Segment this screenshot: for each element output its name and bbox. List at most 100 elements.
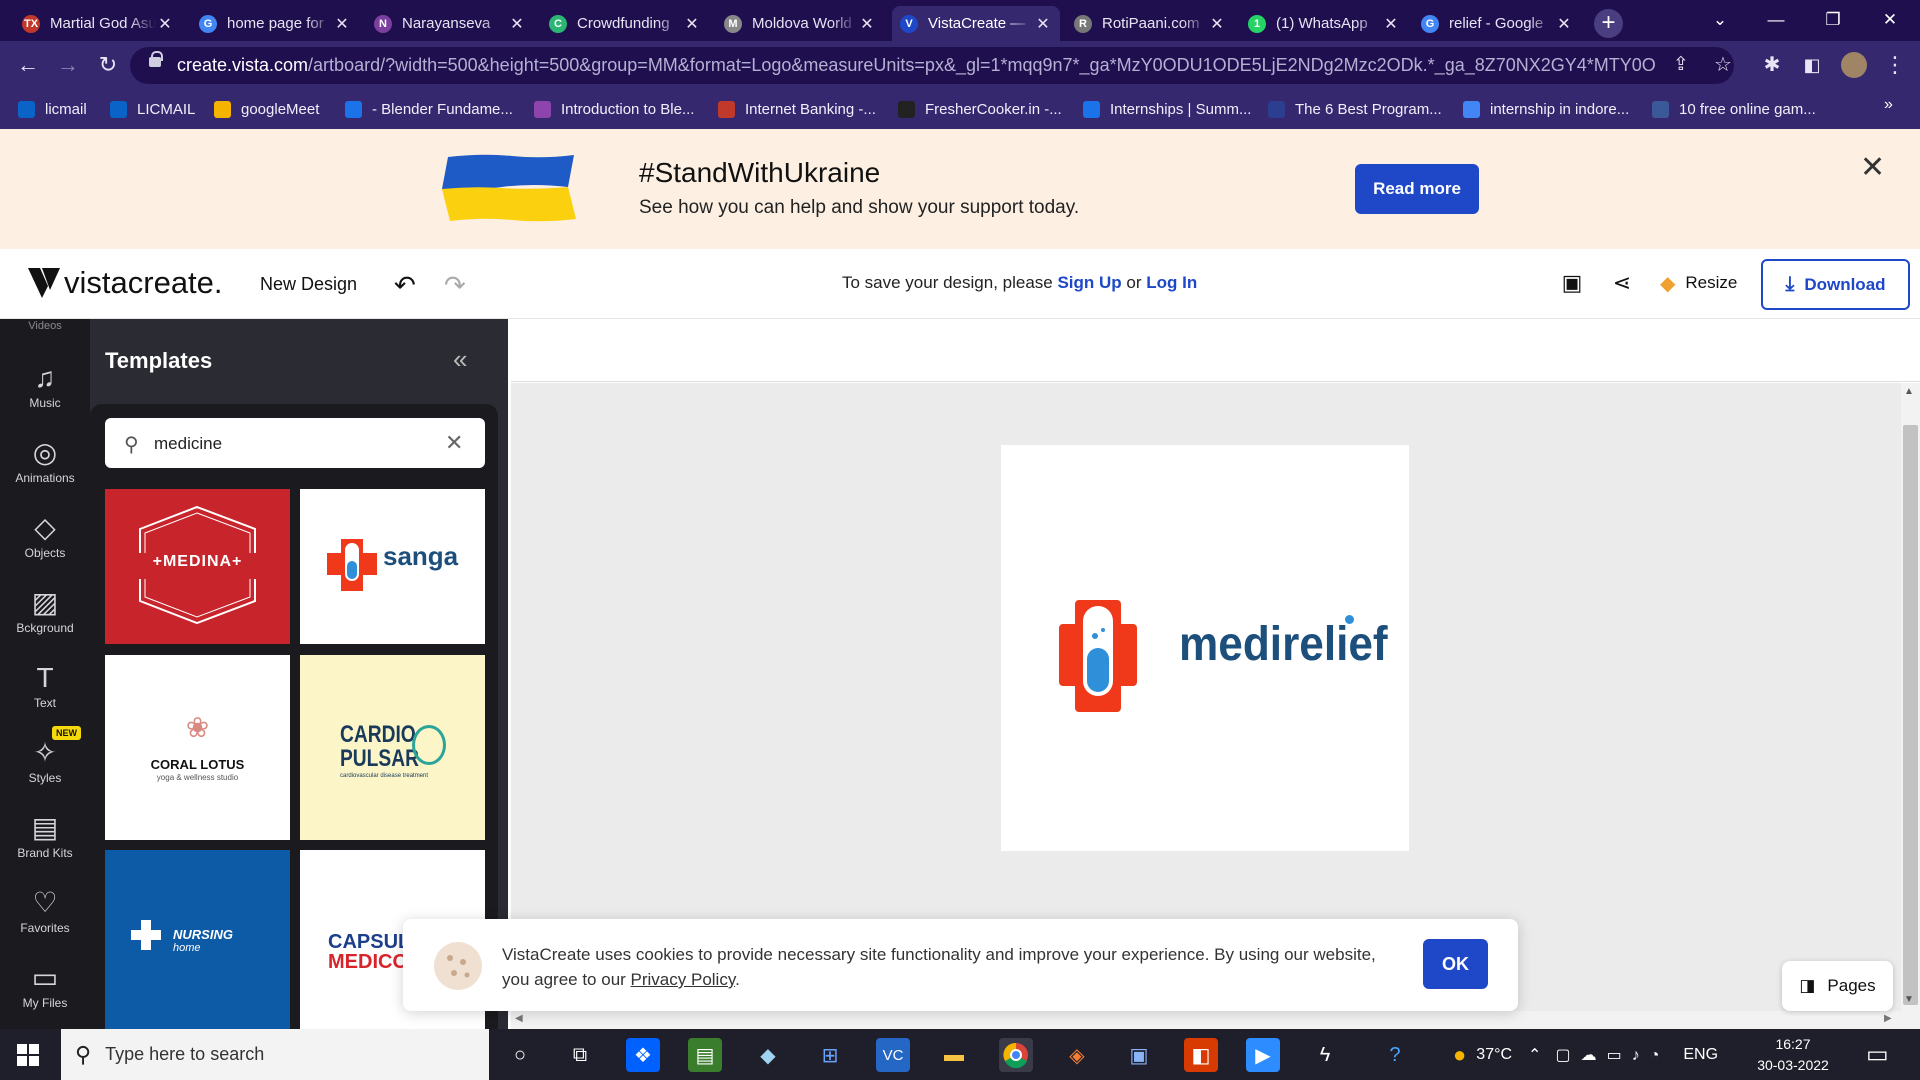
tab-close-icon[interactable]: ✕	[1208, 14, 1226, 34]
vertical-scroll-thumb[interactable]	[1903, 425, 1918, 1005]
browser-tab[interactable]: Grelief - Google ✕	[1413, 6, 1581, 41]
rail-item-bckground[interactable]: ▨ Bckground	[0, 585, 90, 635]
tab-close-icon[interactable]: ✕	[858, 14, 876, 34]
restore-icon[interactable]: ❐	[1818, 8, 1848, 32]
share-icon[interactable]: ⋖	[1607, 268, 1637, 298]
dropbox-icon[interactable]: ❖	[626, 1038, 660, 1072]
rail-item-favorites[interactable]: ♡ Favorites	[0, 885, 90, 935]
tab-close-icon[interactable]: ✕	[333, 14, 351, 34]
clock[interactable]: 16:27 30-03-2022	[1749, 1034, 1837, 1076]
app-icon-green[interactable]: ▤	[688, 1038, 722, 1072]
app-icon-bolt[interactable]: ϟ	[1308, 1038, 1342, 1072]
browser-tab[interactable]: C Crowdfunding ✕	[541, 6, 709, 41]
reload-icon[interactable]: ↻	[93, 50, 123, 80]
brave-icon[interactable]: ◈	[1060, 1038, 1094, 1072]
browser-menu-icon[interactable]: ⋮	[1880, 50, 1910, 80]
browser-tab[interactable]: Ghome page for ✕	[191, 6, 359, 41]
tab-search-icon[interactable]: ⌄	[1705, 8, 1735, 32]
task-view-icon[interactable]: ⧉	[563, 1038, 597, 1072]
bookmark-item[interactable]: - Blender Fundame...	[345, 96, 513, 122]
rail-item-objects[interactable]: ◇ Objects	[0, 510, 90, 560]
tab-close-icon[interactable]: ✕	[683, 14, 701, 34]
template-cardio-pulsar[interactable]: CARDIO PULSAR cardiovascular disease tre…	[300, 655, 485, 840]
rail-item-animations[interactable]: ◎ Animations	[0, 435, 90, 485]
chrome-icon[interactable]	[999, 1038, 1033, 1072]
extensions-icon[interactable]: ✱	[1757, 50, 1787, 80]
zoom-icon[interactable]: ▶	[1246, 1038, 1280, 1072]
artboard[interactable]: medirelief	[1001, 445, 1409, 851]
bookmark-item[interactable]: internship in indore...	[1463, 96, 1629, 122]
office-icon[interactable]: ◧	[1184, 1038, 1218, 1072]
template-medina[interactable]: +MEDINA+	[105, 489, 290, 644]
bookmark-item[interactable]: licmail	[18, 96, 87, 122]
new-tab-button[interactable]: +	[1594, 9, 1623, 38]
bookmark-item[interactable]: LICMAIL	[110, 96, 195, 122]
bookmark-item[interactable]: Internships | Summ...	[1083, 96, 1251, 122]
weather-temp[interactable]: 37°C	[1476, 1046, 1512, 1064]
tray-icons[interactable]: ▢☁▭♪◔	[1555, 1045, 1669, 1065]
tab-close-icon[interactable]: ✕	[508, 14, 526, 34]
browser-tab[interactable]: R RotiPaani.com ✕	[1066, 6, 1234, 41]
app-icon-note[interactable]: ◆	[751, 1038, 785, 1072]
weather-icon[interactable]: ●	[1453, 1042, 1466, 1068]
close-window-icon[interactable]: ✕	[1875, 8, 1905, 32]
notifications-icon[interactable]: ▭	[1866, 1040, 1889, 1069]
share-page-icon[interactable]: ⇪	[1666, 50, 1696, 80]
url-text[interactable]: create.vista.com/artboard/?width=500&hei…	[177, 55, 1657, 76]
tab-close-icon[interactable]: ✕	[156, 14, 174, 34]
scroll-left-icon[interactable]: ◀	[515, 1013, 523, 1024]
profile-avatar[interactable]	[1841, 52, 1867, 78]
bookmark-star-icon[interactable]: ☆	[1708, 50, 1738, 80]
bookmark-item[interactable]: The 6 Best Program...	[1268, 96, 1442, 122]
side-panel-icon[interactable]: ◧	[1797, 50, 1827, 80]
scroll-up-icon[interactable]: ▲	[1904, 386, 1914, 397]
download-button[interactable]: ⤓ Download	[1761, 259, 1910, 310]
tab-close-icon[interactable]: ✕	[1382, 14, 1400, 34]
taskbar-search[interactable]: ⚲ Type here to search	[61, 1029, 489, 1080]
bookmark-item[interactable]: FresherCooker.in -...	[898, 96, 1062, 122]
template-coral-lotus[interactable]: ❀ CORAL LOTUS yoga & wellness studio	[105, 655, 290, 840]
read-more-button[interactable]: Read more	[1355, 164, 1479, 214]
language-indicator[interactable]: ENG	[1683, 1046, 1718, 1064]
app-icon-network[interactable]: ⊞	[813, 1038, 847, 1072]
rail-item-brand-kits[interactable]: ▤ Brand Kits	[0, 810, 90, 860]
minimize-icon[interactable]: —	[1761, 8, 1791, 32]
template-nursing-home[interactable]: NURSING home	[105, 850, 290, 1029]
rail-item-styles[interactable]: ✧ Styles	[0, 735, 90, 785]
tab-close-icon[interactable]: ✕	[1034, 14, 1052, 34]
bookmark-item[interactable]: Introduction to Ble...	[534, 96, 694, 122]
rail-item-my-files[interactable]: ▭ My Files	[0, 960, 90, 1010]
rail-item-music[interactable]: ♫ Music	[0, 360, 90, 410]
browser-tab[interactable]: 1 (1) WhatsApp ✕	[1240, 6, 1408, 41]
clear-search-icon[interactable]: ✕	[445, 430, 463, 456]
pages-button[interactable]: ◨ Pages	[1782, 961, 1893, 1011]
back-icon[interactable]: ←	[13, 50, 43, 80]
banner-close-icon[interactable]: ✕	[1860, 150, 1885, 185]
rail-item-videos-partial[interactable]: Videos	[0, 320, 90, 332]
vscode-icon[interactable]: VC	[876, 1038, 910, 1072]
vistacreate-logo[interactable]: vista create.	[28, 265, 223, 300]
collapse-panel-icon[interactable]: «	[453, 344, 467, 375]
browser-tab[interactable]: M Moldova World ✕	[716, 6, 884, 41]
bookmarks-overflow-icon[interactable]: »	[1884, 96, 1893, 114]
cortana-icon[interactable]: ○	[503, 1038, 537, 1072]
forward-icon[interactable]: →	[53, 50, 83, 80]
log-in-link[interactable]: Log In	[1146, 273, 1197, 292]
help-icon[interactable]: ?	[1378, 1038, 1412, 1072]
undo-icon[interactable]: ↶	[394, 270, 416, 301]
tray-expand-icon[interactable]: ⌃	[1528, 1045, 1541, 1065]
redo-icon[interactable]: ↷	[444, 270, 466, 301]
browser-tab[interactable]: V VistaCreate — ✕	[892, 6, 1060, 41]
resize-button[interactable]: ◆ Resize	[1660, 268, 1737, 298]
present-icon[interactable]: ▣	[1557, 268, 1587, 298]
bookmark-item[interactable]: googleMeet	[214, 96, 319, 122]
tab-close-icon[interactable]: ✕	[1555, 14, 1573, 34]
browser-tab[interactable]: N Narayanseva ✕	[366, 6, 534, 41]
privacy-policy-link[interactable]: Privacy Policy	[631, 970, 736, 989]
template-sanga[interactable]: sanga	[300, 489, 485, 644]
file-explorer-icon[interactable]: ▬	[937, 1038, 971, 1072]
scroll-down-icon[interactable]: ▼	[1904, 994, 1914, 1005]
app-icon-monitor[interactable]: ▣	[1122, 1038, 1156, 1072]
scroll-right-icon[interactable]: ▶	[1884, 1013, 1892, 1024]
rail-item-text[interactable]: T Text	[0, 660, 90, 710]
